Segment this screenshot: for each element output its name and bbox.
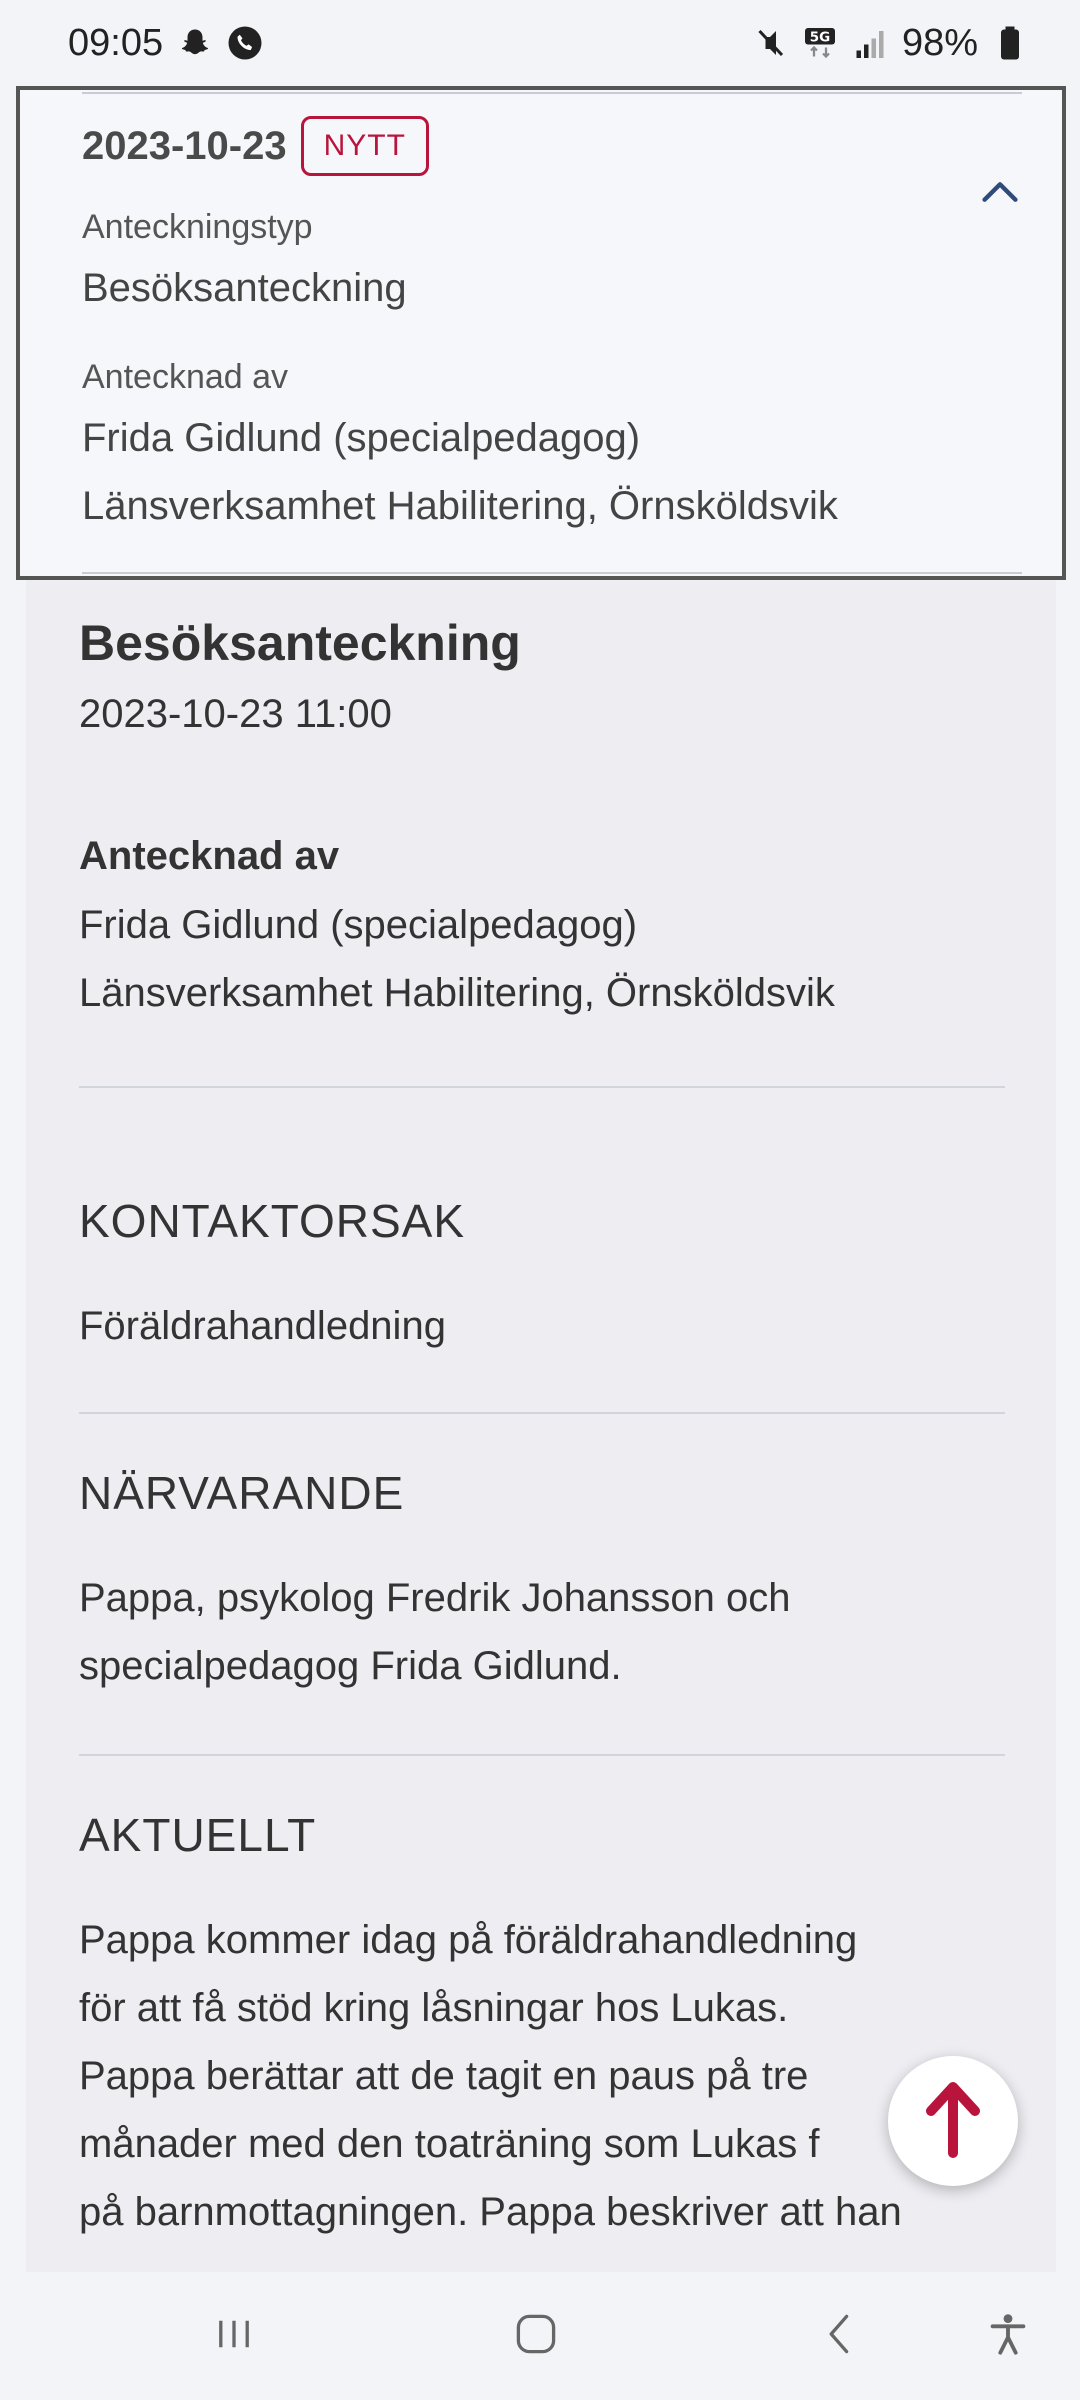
note-title-block: Besöksanteckning 2023-10-23 11:00 <box>79 614 1005 737</box>
section-text-line: Pappa kommer idag på föräldrahandledning <box>79 1918 858 1962</box>
note-title: Besöksanteckning <box>79 615 521 671</box>
section-heading: KONTAKTORSAK <box>79 1195 466 1247</box>
note-header-date-row: 2023-10-23 NYTT <box>82 116 429 176</box>
noted-by-label: Antecknad av <box>82 358 289 396</box>
scroll-to-top-button[interactable] <box>888 2056 1018 2186</box>
section-text-line: Pappa, psykolog Fredrik Johansson och <box>79 1576 791 1620</box>
snapchat-icon <box>177 25 213 61</box>
home-icon <box>514 2312 558 2361</box>
status-bar: 09:05 5G 98% <box>0 0 1080 86</box>
chevron-up-icon[interactable] <box>968 160 1032 224</box>
section-text-line: på barnmottagningen. Pappa beskriver att… <box>79 2190 902 2234</box>
note-header-card[interactable]: 2023-10-23 NYTT Anteckningstyp Besöksant… <box>16 86 1066 580</box>
divider <box>82 92 1022 94</box>
section-heading: NÄRVARANDE <box>79 1467 405 1519</box>
recent-apps-icon <box>212 2312 256 2361</box>
status-bar-left: 09:05 <box>68 22 263 65</box>
accessibility-button[interactable] <box>968 2296 1048 2376</box>
home-button[interactable] <box>496 2296 576 2376</box>
section-aktuellt: AKTUELLT Pappa kommer idag på föräldraha… <box>79 1808 1005 2246</box>
divider <box>79 1086 1005 1088</box>
recent-apps-button[interactable] <box>194 2296 274 2376</box>
noted-by-name: Frida Gidlund (specialpedagog) <box>79 903 638 947</box>
clock: 09:05 <box>68 21 164 64</box>
phone-call-icon <box>227 25 263 61</box>
divider <box>82 572 1022 574</box>
divider <box>79 1754 1005 1756</box>
battery-percent: 98% <box>901 21 978 64</box>
new-badge: NYTT <box>300 116 429 176</box>
section-narvarande: NÄRVARANDE Pappa, psykolog Fredrik Johan… <box>79 1466 1005 1700</box>
noted-by-block: Antecknad av Frida Gidlund (specialpedag… <box>79 834 1005 1027</box>
accessibility-icon <box>986 2312 1030 2361</box>
arrow-up-icon <box>923 2079 983 2164</box>
section-text-line: Pappa berättar att de tagit en paus på t… <box>79 2054 809 2098</box>
note-type-value: Besöksanteckning <box>82 266 407 310</box>
divider <box>79 1412 1005 1414</box>
mute-icon <box>752 25 788 61</box>
back-icon <box>818 2312 862 2361</box>
svg-text:5G: 5G <box>810 30 830 46</box>
section-text-line: specialpedagog Frida Gidlund. <box>79 1644 622 1688</box>
status-bar-right: 5G 98% <box>752 22 1028 65</box>
noted-by-unit: Länsverksamhet Habilitering, Örnsköldsvi… <box>82 484 838 528</box>
noted-by-unit: Länsverksamhet Habilitering, Örnsköldsvi… <box>79 971 835 1015</box>
back-button[interactable] <box>800 2296 880 2376</box>
section-text-line: månader med den toaträning som Lukas f <box>79 2122 820 2166</box>
noted-by-heading: Antecknad av <box>79 834 340 878</box>
section-heading: AKTUELLT <box>79 1809 317 1861</box>
note-type-label: Anteckningstyp <box>82 208 313 246</box>
navigation-bar <box>0 2272 1080 2400</box>
signal-icon <box>852 25 888 61</box>
5g-icon: 5G <box>802 25 838 61</box>
battery-icon <box>992 25 1028 61</box>
note-datetime: 2023-10-23 11:00 <box>79 692 392 736</box>
note-date: 2023-10-23 <box>82 123 287 168</box>
noted-by-name: Frida Gidlund (specialpedagog) <box>82 416 641 460</box>
section-kontaktorsak: KONTAKTORSAK Föräldrahandledning <box>79 1194 1005 1360</box>
section-text-line: för att få stöd kring låsningar hos Luka… <box>79 1986 789 2030</box>
section-text: Föräldrahandledning <box>79 1304 446 1348</box>
